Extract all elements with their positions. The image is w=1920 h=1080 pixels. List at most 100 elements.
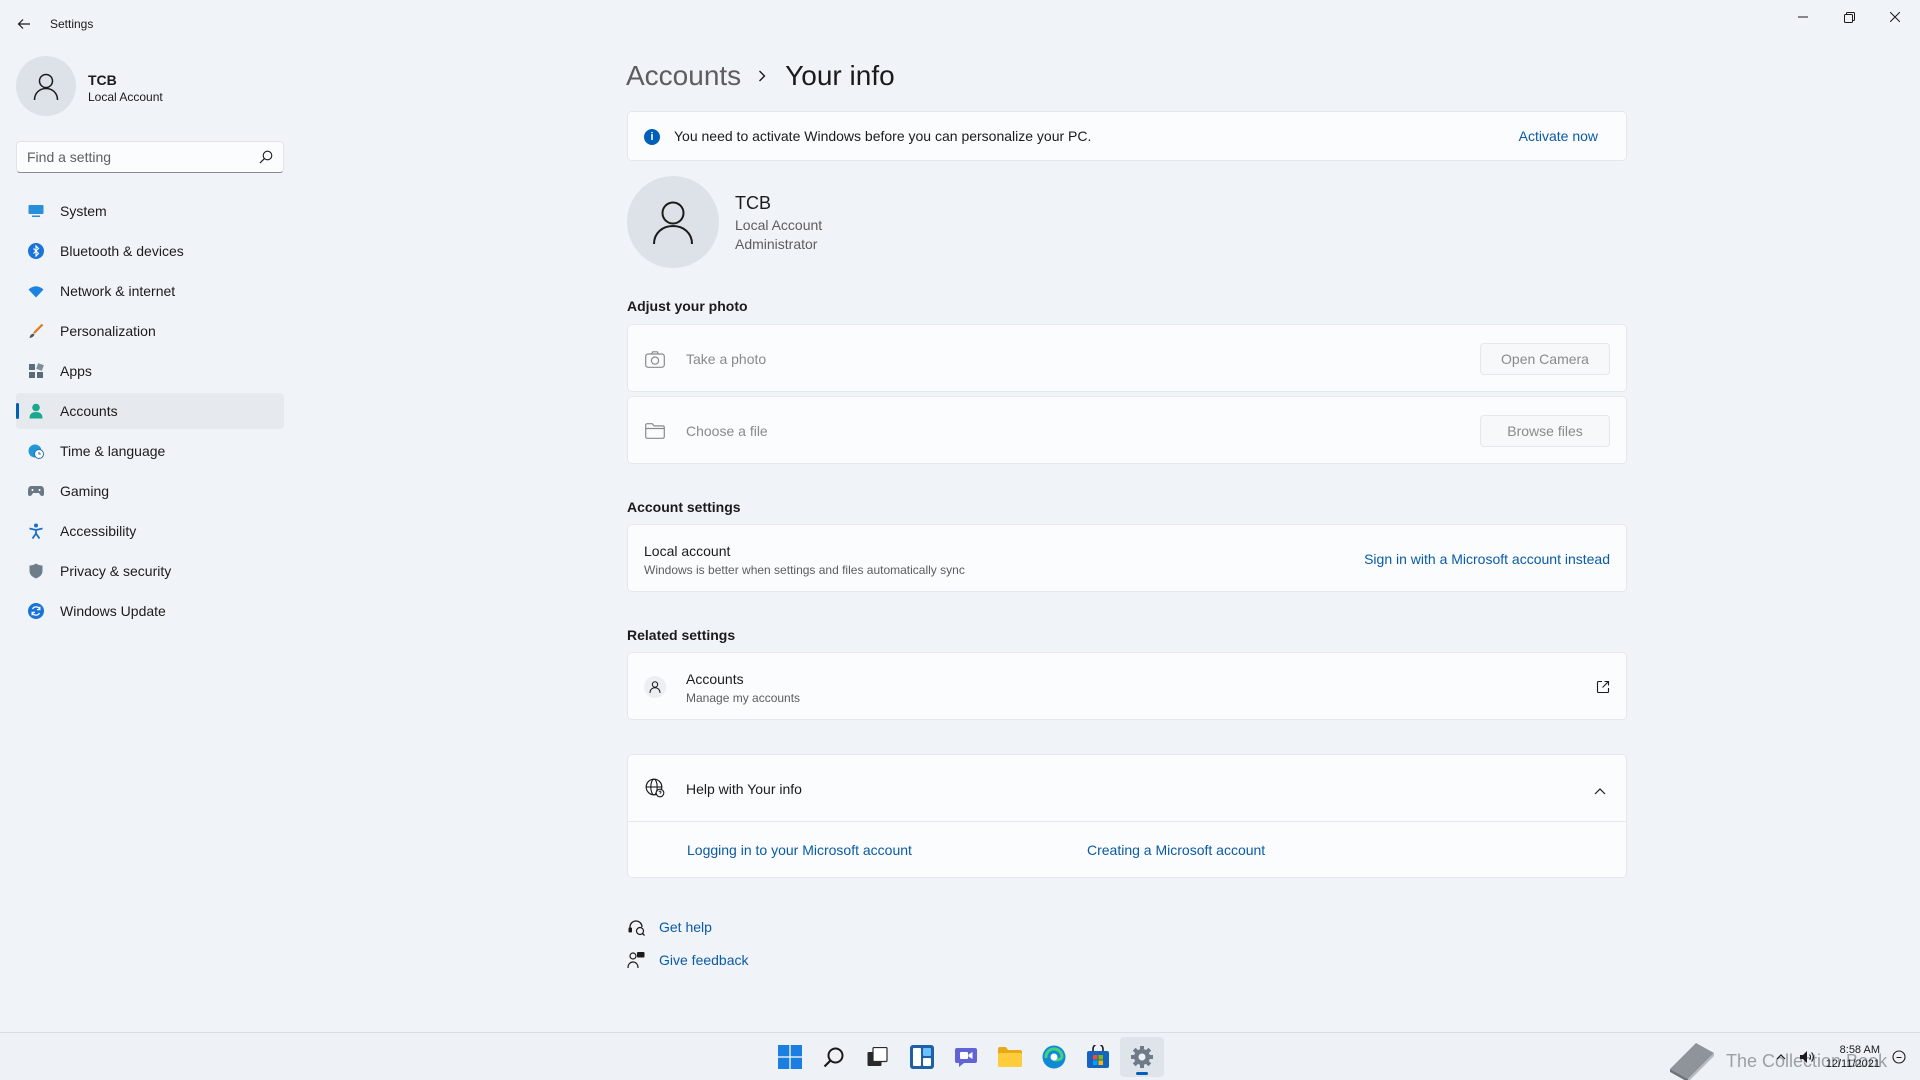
update-icon	[28, 603, 44, 619]
clock-time: 8:58 AM	[1839, 1044, 1880, 1056]
page-title: Your info	[785, 60, 895, 91]
related-accounts-description: Manage my accounts	[686, 691, 801, 705]
speaker-icon[interactable]	[1797, 1047, 1817, 1067]
chevron-up-icon[interactable]	[1771, 1047, 1791, 1067]
chevron-right-icon	[757, 69, 767, 83]
help-link-create-account[interactable]: Creating a Microsoft account	[1087, 842, 1265, 858]
settings-icon	[1131, 1046, 1153, 1068]
local-account-title: Local account	[644, 543, 731, 559]
sidebar-profile[interactable]: TCB Local Account	[16, 56, 276, 118]
sidebar-item-personalization[interactable]: Personalization	[16, 313, 284, 349]
chevron-up-icon[interactable]	[1594, 782, 1606, 795]
store-icon	[1087, 1045, 1109, 1068]
back-button[interactable]	[12, 12, 36, 36]
shield-icon	[28, 563, 44, 579]
accessibility-icon	[28, 523, 44, 539]
search-icon	[823, 1047, 844, 1068]
edge-button[interactable]	[1032, 1037, 1076, 1077]
store-button[interactable]	[1076, 1037, 1120, 1077]
info-icon: i	[644, 129, 660, 145]
breadcrumb-parent[interactable]: Accounts	[626, 60, 741, 92]
take-photo-label: Take a photo	[686, 351, 767, 367]
profile-name: TCB	[88, 72, 117, 88]
sign-in-microsoft-link[interactable]: Sign in with a Microsoft account instead	[1364, 551, 1610, 567]
sidebar-item-system[interactable]: System	[16, 193, 284, 229]
task-view-icon	[867, 1047, 888, 1066]
file-explorer-icon	[998, 1047, 1022, 1067]
person-icon	[28, 403, 44, 419]
local-account-row: Local account Windows is better when set…	[627, 524, 1627, 592]
clock[interactable]: 8:58 AM 12/11/2021	[1826, 1043, 1880, 1071]
apps-icon	[28, 363, 44, 379]
system-tray: 8:58 AM 12/11/2021	[1768, 1033, 1912, 1080]
edge-icon	[1042, 1045, 1066, 1069]
bluetooth-icon	[28, 243, 44, 259]
brush-icon	[28, 323, 44, 339]
widgets-button[interactable]	[900, 1037, 944, 1077]
help-expander-header[interactable]: Help with Your info	[628, 755, 1626, 822]
profile-account-type: Local Account	[88, 90, 163, 104]
adjust-photo-heading: Adjust your photo	[627, 298, 748, 314]
local-account-description: Windows is better when settings and file…	[644, 563, 965, 577]
user-avatar	[627, 176, 719, 268]
feedback-icon	[627, 951, 645, 969]
close-button[interactable]	[1872, 4, 1918, 30]
related-accounts-title: Accounts	[686, 671, 744, 687]
sidebar-item-network[interactable]: Network & internet	[16, 273, 284, 309]
banner-message: You need to activate Windows before you …	[674, 128, 1092, 144]
user-account-type: Local Account	[735, 217, 823, 233]
sidebar-item-apps[interactable]: Apps	[16, 353, 284, 389]
sidebar-item-gaming[interactable]: Gaming	[16, 473, 284, 509]
wifi-icon	[28, 283, 44, 299]
taskbar-search-button[interactable]	[812, 1037, 856, 1077]
monitor-icon	[28, 203, 44, 219]
start-icon	[778, 1045, 802, 1069]
help-link-logging-in[interactable]: Logging in to your Microsoft account	[687, 842, 912, 858]
choose-file-label: Choose a file	[686, 423, 768, 439]
sidebar-nav: System Bluetooth & devices Network & int…	[16, 193, 284, 633]
file-explorer-button[interactable]	[988, 1037, 1032, 1077]
restore-icon	[1843, 11, 1855, 23]
search-box[interactable]	[16, 141, 284, 173]
sidebar-item-windows-update[interactable]: Windows Update	[16, 593, 284, 629]
minimize-button[interactable]	[1780, 4, 1826, 30]
search-input[interactable]	[27, 148, 247, 166]
person-icon	[644, 676, 666, 698]
get-help-link[interactable]: Get help	[627, 910, 927, 943]
help-expander: Help with Your info Logging in to your M…	[627, 754, 1627, 878]
activate-now-link[interactable]: Activate now	[1519, 128, 1598, 144]
start-button[interactable]	[768, 1037, 812, 1077]
open-camera-button[interactable]: Open Camera	[1480, 343, 1610, 375]
sidebar-item-accounts[interactable]: Accounts	[16, 393, 284, 429]
sidebar-item-bluetooth[interactable]: Bluetooth & devices	[16, 233, 284, 269]
give-feedback-link[interactable]: Give feedback	[627, 943, 927, 976]
chat-icon	[955, 1048, 977, 1067]
user-info: TCB Local Account Administrator	[627, 176, 1227, 271]
related-accounts-row[interactable]: Accounts Manage my accounts	[627, 652, 1627, 720]
help-title: Help with Your info	[686, 781, 802, 797]
globe-clock-icon	[28, 443, 44, 459]
search-icon	[259, 150, 273, 164]
sidebar-item-privacy-security[interactable]: Privacy & security	[16, 553, 284, 589]
breadcrumb: Accounts Your info	[626, 54, 895, 98]
taskbar: The Collection Book 8:58 AM 12/11/2021	[0, 1032, 1920, 1080]
task-view-button[interactable]	[856, 1037, 900, 1077]
restore-button[interactable]	[1826, 4, 1872, 30]
sidebar-item-accessibility[interactable]: Accessibility	[16, 513, 284, 549]
notification-icon[interactable]	[1889, 1047, 1909, 1067]
camera-icon	[644, 348, 666, 370]
footer-links: Get help Give feedback	[627, 910, 927, 976]
avatar	[16, 56, 76, 116]
browse-files-button[interactable]: Browse files	[1480, 415, 1610, 447]
minimize-icon	[1798, 16, 1808, 18]
folder-icon	[644, 420, 666, 442]
widgets-icon	[910, 1045, 934, 1069]
sidebar-item-time-language[interactable]: Time & language	[16, 433, 284, 469]
taskbar-apps	[768, 1033, 1164, 1080]
account-settings-heading: Account settings	[627, 499, 741, 515]
related-settings-heading: Related settings	[627, 627, 736, 643]
settings-taskbar-button[interactable]	[1120, 1037, 1164, 1077]
chat-button[interactable]	[944, 1037, 988, 1077]
back-arrow-icon	[17, 19, 30, 29]
user-name: TCB	[735, 193, 771, 213]
